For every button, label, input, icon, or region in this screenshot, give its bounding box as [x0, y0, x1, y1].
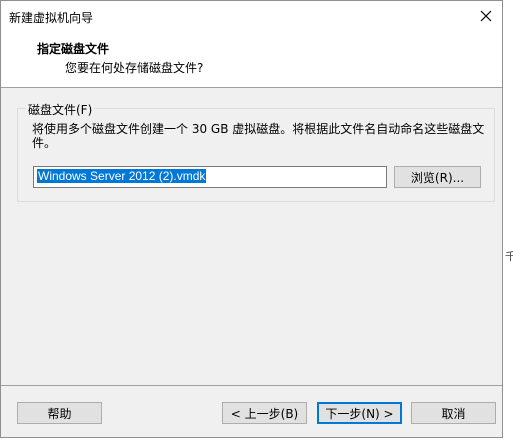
disk-file-input[interactable]: Windows Server 2012 (2).vmdk	[33, 166, 387, 188]
new-vm-wizard-dialog: 新建虚拟机向导 指定磁盘文件 您要在何处存储磁盘文件? 磁盘文件(F) 将使用多…	[0, 0, 503, 438]
next-button[interactable]: 下一步(N) >	[317, 402, 402, 424]
close-icon	[480, 10, 492, 22]
disk-file-group: 磁盘文件(F) 将使用多个磁盘文件创建一个 30 GB 虚拟磁盘。将根据此文件名…	[17, 101, 495, 202]
page-subtitle: 您要在何处存储磁盘文件?	[65, 61, 204, 75]
page-title: 指定磁盘文件	[37, 42, 110, 56]
window-title: 新建虚拟机向导	[9, 11, 94, 25]
disk-file-value: Windows Server 2012 (2).vmdk	[37, 169, 207, 183]
browse-button[interactable]: 浏览(R)...	[394, 166, 481, 188]
footer-divider	[1, 385, 502, 386]
disk-file-legend: 磁盘文件(F)	[26, 101, 95, 118]
cancel-button[interactable]: 取消	[411, 402, 496, 424]
close-button[interactable]	[470, 1, 502, 31]
wizard-header: 指定磁盘文件 您要在何处存储磁盘文件?	[1, 31, 502, 88]
disk-file-description: 将使用多个磁盘文件创建一个 30 GB 虚拟磁盘。将根据此文件名自动命名这些磁盘…	[32, 122, 485, 150]
title-bar: 新建虚拟机向导	[1, 1, 502, 31]
back-button[interactable]: < 上一步(B)	[222, 402, 307, 424]
help-button[interactable]: 帮助	[17, 402, 102, 424]
edge-text: 千	[505, 250, 513, 263]
